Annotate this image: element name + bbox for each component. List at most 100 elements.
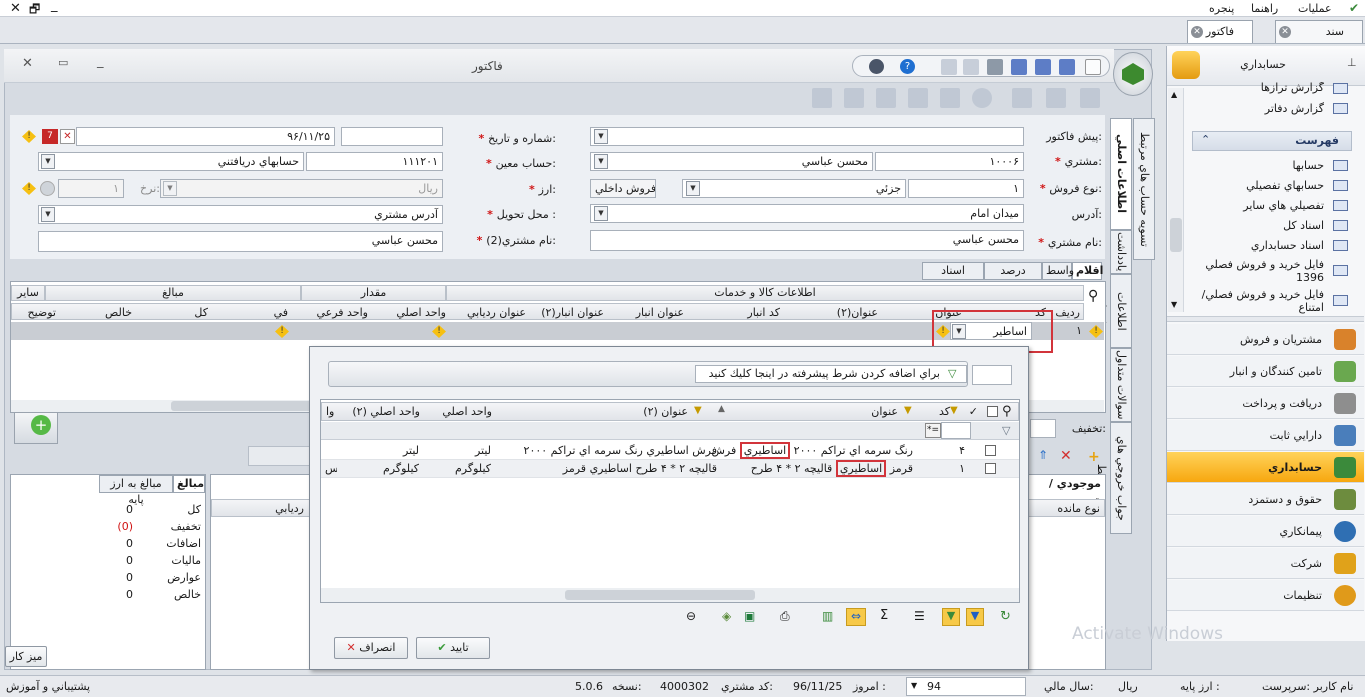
nav-fixed-assets[interactable]: دارايي ثابت	[1167, 420, 1364, 451]
nav-receive-pay[interactable]: دريافت و پرداخت	[1167, 388, 1364, 419]
sidebar-report-ledgers[interactable]: گزارش دفاتر	[1192, 99, 1352, 118]
tab-accounting-doc[interactable]: ✕ سند حسابداري	[1275, 20, 1363, 59]
fiscal-year-select[interactable]: 94	[906, 677, 1026, 696]
export-icon[interactable]: ◈	[722, 609, 731, 623]
add-item-button[interactable]: +	[14, 412, 58, 444]
help-icon[interactable]: ?	[900, 59, 915, 74]
moein-code-input[interactable]: ۱۱۱۲۰۱	[306, 152, 443, 171]
print-icon[interactable]: ⎙	[780, 609, 790, 624]
nav-contracting[interactable]: پيمانکاري	[1167, 516, 1364, 547]
window-maximize-icon[interactable]: ▭	[58, 56, 68, 69]
close-tab-icon[interactable]: ✕	[1191, 26, 1203, 38]
save-close-icon[interactable]	[1059, 59, 1075, 75]
check-all-icon[interactable]	[940, 88, 960, 108]
table-row[interactable]: ۴ رنگ سرمه اي تراکم ۲۰۰۰ اساطيري فرش فرش…	[321, 442, 1019, 460]
filter-icon[interactable]: ▼	[942, 608, 960, 626]
customer-code-input[interactable]: ۱۰۰۰۶	[875, 152, 1024, 171]
tab-items[interactable]: اقلام	[1072, 262, 1103, 280]
app-orb-icon[interactable]	[1113, 52, 1153, 96]
select-all-checkbox[interactable]	[987, 406, 998, 417]
attach-icon[interactable]	[876, 88, 896, 108]
vtab-faq[interactable]: سوالات متداول	[1110, 348, 1132, 422]
vtab-notes[interactable]: يادداشت	[1110, 230, 1132, 274]
save-icon[interactable]	[1011, 59, 1027, 75]
chevron-down-icon[interactable]: ▼	[594, 206, 608, 221]
vtab-additional-info[interactable]: اطلاعات تكميلي	[1095, 274, 1132, 348]
minimize-icon[interactable]: _	[51, 0, 58, 13]
delete-row-icon[interactable]: ✕	[1060, 448, 1072, 464]
calendar-icon[interactable]: 7	[42, 129, 58, 144]
sidebar-scrollbar[interactable]: ▲ ▼	[1168, 88, 1184, 312]
list-icon[interactable]	[1080, 88, 1100, 108]
pin-icon[interactable]: ⊥	[1347, 56, 1357, 69]
filter-icon[interactable]: ▼	[904, 405, 912, 416]
vtab-related-outputs[interactable]: جواب خروجي هاي مرتبط	[1095, 422, 1132, 534]
moein-name-input[interactable]: حسابهاي دريافتني	[38, 152, 304, 171]
row-checkbox[interactable]	[985, 463, 996, 474]
delivery-input[interactable]: آدرس مشتري	[38, 205, 443, 224]
invoice-number-input[interactable]	[341, 127, 443, 146]
new-icon[interactable]	[1085, 59, 1101, 75]
search-icon[interactable]: ⚲	[1002, 404, 1012, 419]
tab-share-percent[interactable]: درصد سهم	[984, 262, 1042, 293]
support-link[interactable]: پشتيباني و آموزش	[6, 679, 90, 695]
sidebar-item-detail-accounts[interactable]: حسابهاي تفصيلي	[1192, 176, 1352, 195]
scrollbar-thumb[interactable]	[565, 590, 755, 600]
print-icon[interactable]	[941, 59, 957, 75]
address-input[interactable]: ميدان امام	[590, 204, 1024, 223]
table-row[interactable]: ۱ قرمز اساطيري قاليچه ۲ * ۴ طرح قاليچه ۲…	[321, 460, 1019, 478]
customer-name-input[interactable]: محسن عباسي	[590, 152, 873, 171]
sidebar-report-balances[interactable]: گزارش ترازها	[1192, 82, 1352, 94]
filter-active-icon[interactable]: ▼	[966, 608, 984, 626]
nav-suppliers-warehouse[interactable]: تامين کنندگان و انبار	[1167, 356, 1364, 387]
tab-amounts-base[interactable]: مبالغ به ارز پايه	[99, 475, 173, 506]
save-new-icon[interactable]	[1035, 59, 1051, 75]
close-tab-icon[interactable]: ✕	[1279, 26, 1291, 38]
desk-button[interactable]: ميز كار	[5, 646, 47, 667]
menu-help[interactable]: راهنما	[1251, 0, 1278, 17]
sidebar-item-general-docs[interactable]: اسناد کل	[1192, 216, 1352, 235]
currency-input[interactable]: ريال	[160, 179, 443, 198]
operator-icon[interactable]: *=	[925, 423, 941, 438]
window-minimize-icon[interactable]: _	[97, 54, 104, 69]
tab-related-docs[interactable]: اسناد مرتبط	[922, 262, 984, 293]
bar-chart-icon[interactable]: ▥	[822, 609, 833, 623]
chevron-down-icon[interactable]: ▼	[41, 154, 55, 169]
filter-icon[interactable]: ▼	[694, 405, 702, 416]
chevron-down-icon[interactable]: ▼	[594, 129, 608, 144]
scroll-up-icon[interactable]: ▲	[1171, 90, 1177, 99]
tab-invoice[interactable]: ✕ فاکتور	[1187, 20, 1253, 43]
sidebar-item-seasonal-refusal[interactable]: فايل خريد و فروش فصلي/امتناع	[1192, 286, 1352, 314]
fit-columns-icon[interactable]: ⇔	[846, 608, 866, 626]
menu-operations[interactable]: عمليات	[1298, 0, 1332, 17]
sidebar-splitter[interactable]	[1167, 316, 1364, 322]
scroll-down-icon[interactable]: ▼	[1171, 300, 1177, 309]
approve-icon[interactable]	[908, 88, 928, 108]
sale-type-name-input[interactable]: جزئي	[682, 179, 906, 198]
nav-accounting[interactable]: حسابداري	[1167, 452, 1364, 483]
chevron-down-icon[interactable]: ▼	[686, 181, 700, 196]
collapse-icon[interactable]: ⌃	[1201, 133, 1210, 146]
settings-icon[interactable]: ⊖	[686, 609, 696, 623]
sale-type-code-input[interactable]: ۱	[908, 179, 1024, 198]
cancel-icon[interactable]	[972, 88, 992, 108]
nav-payroll[interactable]: حقوق و دستمزد	[1167, 484, 1364, 515]
cancel-button[interactable]: ✕ انصراف	[334, 637, 408, 659]
discount-input[interactable]	[1030, 419, 1056, 438]
invoice-date-input[interactable]: ۹۶/۱۱/۲۵	[76, 127, 335, 146]
chevron-down-icon[interactable]: ▼	[163, 181, 177, 196]
sidebar-item-seasonal-file[interactable]: فايل خريد و فروش فصلي 1396	[1192, 256, 1352, 286]
vtab-main-info[interactable]: اطلاعات اصلي	[1110, 118, 1132, 230]
chevron-down-icon[interactable]: ▼	[911, 681, 917, 690]
filter-extra-box[interactable]	[972, 365, 1012, 385]
sidebar-list-header[interactable]: فهرست ⌃	[1192, 131, 1352, 151]
refresh-rate-icon[interactable]	[40, 181, 55, 196]
chevron-down-icon[interactable]: ▼	[594, 154, 608, 169]
advanced-filter-bar[interactable]: ▽ براي اضافه کردن شرط پيشرفته در اينجا ك…	[328, 361, 968, 387]
compass-icon[interactable]	[869, 59, 884, 74]
sum-icon[interactable]: Σ	[880, 608, 888, 623]
refresh-icon[interactable]: ↻	[1000, 609, 1011, 624]
code-search-input[interactable]	[941, 422, 971, 439]
sidebar-item-other-details[interactable]: تفصيلي هاي ساير	[1192, 196, 1352, 215]
move-up-icon[interactable]: ⇑	[1038, 448, 1048, 462]
